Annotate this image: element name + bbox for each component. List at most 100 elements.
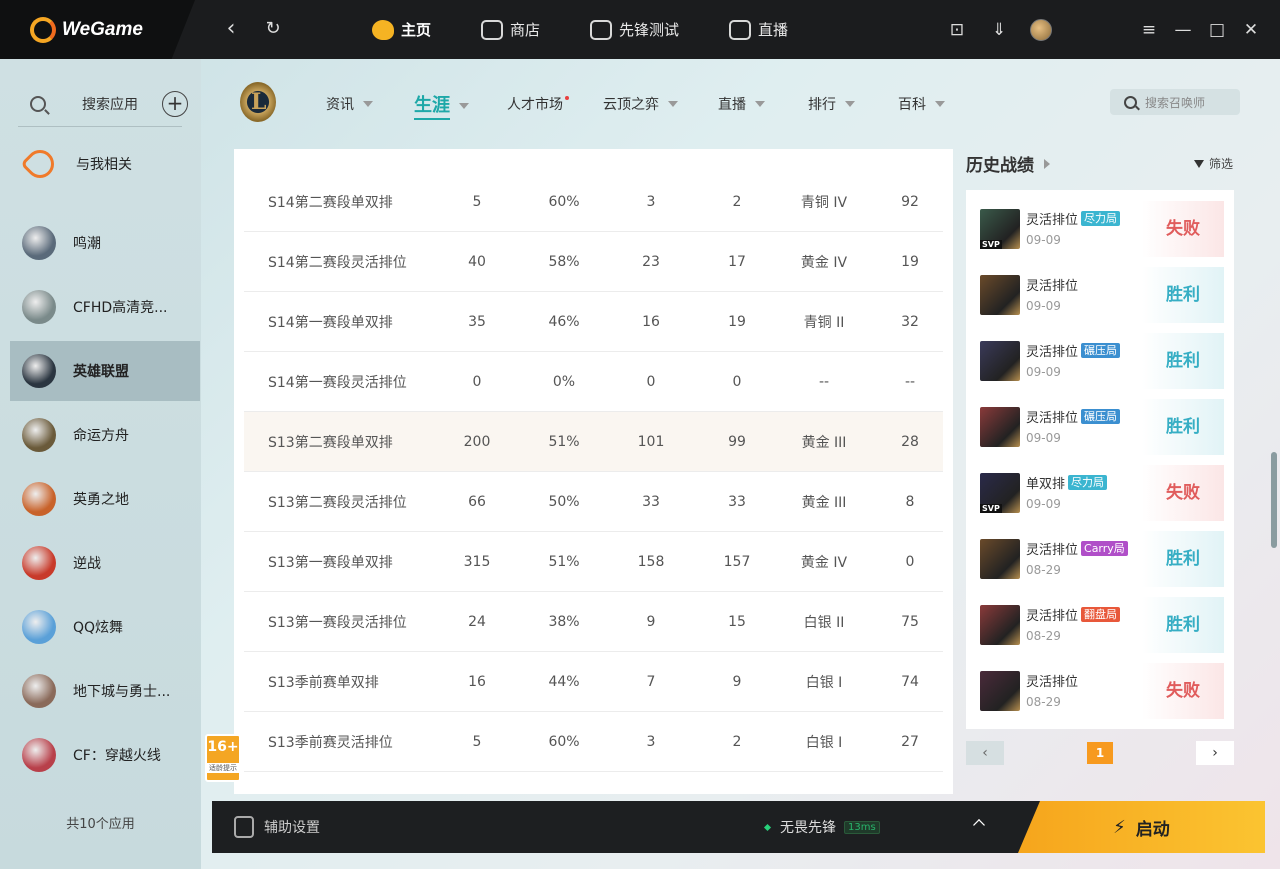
sidebar-item-app[interactable]: CFHD高清竞... [10, 277, 200, 337]
sidebar-item-related[interactable]: 与我相关 [10, 134, 200, 194]
table-cell: 0 [646, 373, 656, 390]
sidebar-item-app[interactable]: CF：穿越火线 [10, 725, 200, 785]
topnav-item-2[interactable]: 先锋测试 [590, 19, 679, 40]
sidebar-item-app[interactable]: 英勇之地 [10, 469, 200, 529]
table-row[interactable]: S13第一赛段单双排 315 51% 158 157 黄金 IV 0 [244, 532, 943, 592]
game-tab-label: 资讯 [326, 97, 354, 113]
match-history-item[interactable]: 灵活排位 翻盘局 08-29 胜利 [974, 597, 1224, 653]
match-tag: 尽力局 [1081, 211, 1121, 226]
sidebar-item-app[interactable]: QQ炫舞 [10, 597, 200, 657]
table-row[interactable]: S14第一赛段灵活排位 0 0% 0 0 -- -- [244, 352, 943, 412]
match-tag: 碾压局 [1081, 409, 1121, 424]
topnav-icon [372, 19, 394, 40]
pager-next-button[interactable]: › [1196, 741, 1234, 765]
table-cell: 0 [472, 373, 482, 390]
match-mode: 灵活排位 Carry局 [1026, 539, 1128, 558]
match-date: 08-29 [1026, 563, 1061, 577]
topnav-item-3[interactable]: 直播 [729, 19, 788, 40]
table-cell: 24 [468, 613, 486, 630]
table-row[interactable]: S13季前赛单双排 16 44% 7 9 白银 I 74 [244, 652, 943, 712]
box-icon[interactable]: ⊡ [946, 20, 968, 40]
match-history-item[interactable]: 灵活排位 Carry局 08-29 胜利 [974, 531, 1224, 587]
match-history-item[interactable]: SVP 单双排 尽力局 09-09 失败 [974, 465, 1224, 521]
topnav-item-0[interactable]: 主页 [372, 19, 431, 40]
user-avatar[interactable] [1030, 18, 1052, 41]
game-tab-5[interactable]: 排行 [808, 94, 855, 114]
download-icon[interactable]: ⇓ [988, 20, 1010, 40]
history-title-label: 历史战绩 [966, 156, 1034, 176]
chevron-down-icon [935, 101, 945, 107]
bottom-bar: 辅助设置 无畏先锋 13ms ⚡ 启动 [212, 801, 1265, 853]
match-history-item[interactable]: 灵活排位 09-09 胜利 [974, 267, 1224, 323]
match-history-item[interactable]: SVP 灵活排位 尽力局 09-09 失败 [974, 201, 1224, 257]
filter-button[interactable]: 筛选 [1194, 155, 1233, 172]
game-tab-4[interactable]: 直播 [718, 94, 765, 114]
match-mode: 灵活排位 尽力局 [1026, 209, 1121, 228]
back-icon[interactable]: ‹ [218, 17, 244, 43]
menu-icon[interactable]: ≡ [1138, 20, 1160, 40]
table-row[interactable]: S13第二赛段单双排 200 51% 101 99 黄金 III 28 [244, 412, 943, 472]
sidebar-item-label: 鸣潮 [73, 236, 101, 252]
pager-current-page[interactable]: 1 [1087, 742, 1113, 764]
sidebar-item-app[interactable]: 英雄联盟 [10, 341, 200, 401]
assist-settings-button[interactable]: 辅助设置 [234, 816, 320, 838]
table-cell: 50% [548, 493, 580, 510]
chevron-up-icon[interactable] [973, 819, 985, 831]
match-mode-label: 灵活排位 [1026, 411, 1079, 426]
app-icon [22, 610, 56, 644]
ping-badge: 13ms [844, 820, 880, 834]
search-icon [1124, 95, 1137, 109]
match-mode: 灵活排位 碾压局 [1026, 341, 1121, 360]
match-history-item[interactable]: 灵活排位 碾压局 09-09 胜利 [974, 333, 1224, 389]
match-mode: 灵活排位 翻盘局 [1026, 605, 1121, 624]
match-result: 失败 [1142, 663, 1224, 719]
app-icon [22, 546, 56, 580]
game-tab-0[interactable]: 资讯 [326, 94, 373, 114]
table-row[interactable]: S13第一赛段灵活排位 24 38% 9 15 白银 II 75 [244, 592, 943, 652]
game-tab-2[interactable]: 人才市场 [507, 94, 569, 114]
table-row[interactable]: S14第一赛段单双排 35 46% 16 19 青铜 II 32 [244, 292, 943, 352]
match-history-item[interactable]: 灵活排位 碾压局 09-09 胜利 [974, 399, 1224, 455]
maximize-icon[interactable]: □ [1206, 20, 1228, 40]
status-dot-icon [763, 823, 772, 831]
accelerator-status[interactable]: 无畏先锋 13ms [763, 817, 880, 837]
topnav-label: 主页 [401, 21, 432, 39]
pager-prev-button[interactable]: ‹ [966, 741, 1004, 765]
game-tab-6[interactable]: 百科 [898, 94, 945, 114]
history-title[interactable]: 历史战绩 [966, 151, 1050, 176]
sidebar-item-app[interactable]: 逆战 [10, 533, 200, 593]
refresh-icon[interactable]: ↻ [260, 17, 286, 43]
wegame-logo-icon [30, 16, 56, 43]
season-name: S13第一赛段灵活排位 [268, 614, 407, 631]
table-cell: 40 [468, 253, 486, 270]
table-cell: 32 [901, 313, 919, 330]
table-cell: 158 [637, 553, 665, 570]
topnav-item-1[interactable]: 商店 [481, 19, 540, 40]
minimize-icon[interactable]: — [1172, 20, 1194, 40]
game-tab-1[interactable]: 生涯 [414, 91, 469, 120]
champion-avatar [980, 275, 1020, 315]
sidebar-item-app[interactable]: 鸣潮 [10, 213, 200, 273]
table-row[interactable]: S14第二赛段灵活排位 40 58% 23 17 黄金 IV 19 [244, 232, 943, 292]
table-row[interactable]: S13第二赛段灵活排位 66 50% 33 33 黄金 III 8 [244, 472, 943, 532]
sidebar-item-app[interactable]: 地下城与勇士... [10, 661, 200, 721]
scrollbar-thumb[interactable] [1271, 452, 1277, 548]
close-icon[interactable]: ✕ [1240, 20, 1262, 40]
add-app-button[interactable]: + [162, 91, 188, 117]
summoner-search-input[interactable]: 搜索召唤师 [1110, 89, 1240, 115]
summoner-search-placeholder: 搜索召唤师 [1145, 95, 1206, 110]
launch-button[interactable]: ⚡ 启动 [1018, 801, 1265, 853]
table-row[interactable]: S14第二赛段单双排 5 60% 3 2 青铜 IV 92 [244, 172, 943, 232]
sidebar-item-label: 英勇之地 [73, 492, 129, 508]
app-icon [22, 418, 56, 452]
match-mode-label: 灵活排位 [1026, 345, 1079, 360]
sidebar: 搜索应用 + 与我相关 鸣潮 CFHD高清竞... 英雄联盟 命运方舟 英勇之地 逆战 QQ… [0, 59, 201, 869]
match-history-item[interactable]: 灵活排位 08-29 失败 [974, 663, 1224, 719]
table-cell: 17 [728, 253, 746, 270]
game-tab-3[interactable]: 云顶之弈 [603, 94, 678, 114]
sidebar-item-app[interactable]: 命运方舟 [10, 405, 200, 465]
season-name: S14第二赛段灵活排位 [268, 254, 407, 271]
table-row[interactable]: S13季前赛灵活排位 5 60% 3 2 白银 I 27 [244, 712, 943, 772]
table-cell: 白银 I [805, 734, 843, 751]
table-cell: 315 [463, 553, 491, 570]
